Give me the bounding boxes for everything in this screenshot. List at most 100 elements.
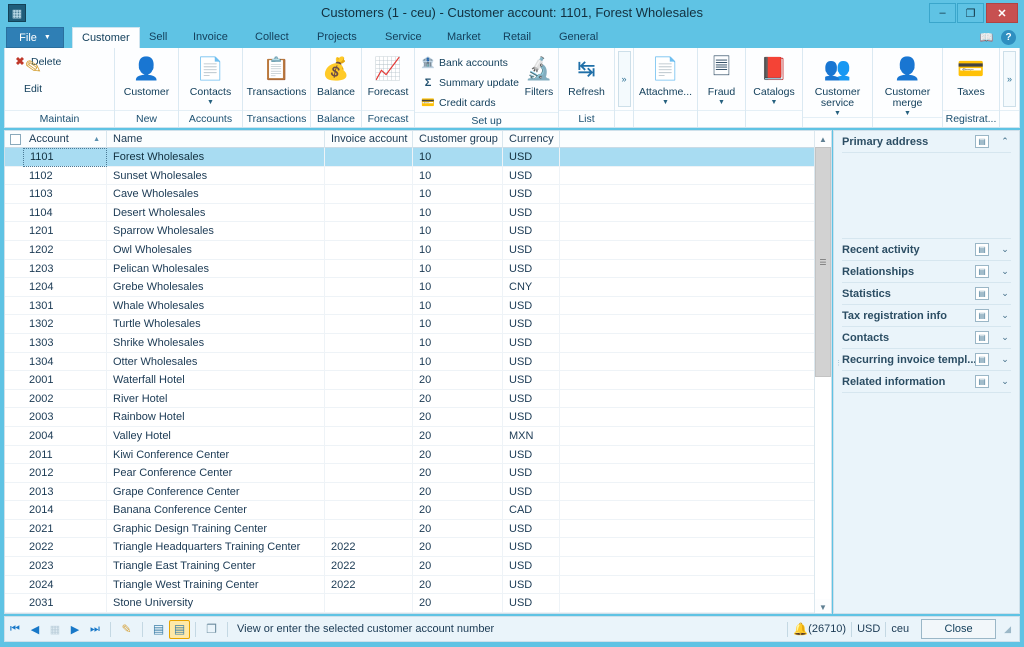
- maximize-button[interactable]: ❐: [957, 3, 984, 23]
- chevron-down-icon[interactable]: ⌄: [999, 310, 1011, 321]
- first-record-button[interactable]: ⏮: [5, 619, 25, 639]
- chevron-down-icon[interactable]: ⌄: [999, 332, 1011, 343]
- cell-currency[interactable]: USD: [503, 408, 560, 427]
- table-row[interactable]: 1104 Desert Wholesales 10 USD: [5, 203, 831, 223]
- chevron-down-icon[interactable]: ⌄: [999, 244, 1011, 255]
- chevron-down-icon[interactable]: ▼: [662, 99, 669, 106]
- attachments-button[interactable]: 📄 Attachme... ▼: [638, 51, 693, 106]
- cell-currency[interactable]: USD: [503, 482, 560, 502]
- fact-box-detail-icon[interactable]: ▤: [975, 243, 989, 256]
- table-row[interactable]: 2002 River Hotel 20 USD: [5, 389, 831, 409]
- pane-splitter-grip[interactable]: ⋮: [835, 360, 842, 391]
- fact-box-detail-icon[interactable]: ▤: [975, 265, 989, 278]
- documentation-icon[interactable]: 📖: [979, 30, 994, 45]
- table-row[interactable]: 1102 Sunset Wholesales 10 USD: [5, 166, 831, 186]
- cell-name[interactable]: Otter Wholesales: [107, 352, 325, 372]
- cell-currency[interactable]: USD: [503, 222, 560, 241]
- transactions-button[interactable]: 📋 Transactions: [247, 51, 307, 98]
- cell-currency[interactable]: USD: [503, 445, 560, 465]
- fact-box-detail-icon[interactable]: ▤: [975, 287, 989, 300]
- cell-currency[interactable]: USD: [503, 166, 560, 186]
- cell-account[interactable]: 2011: [23, 445, 107, 465]
- cell-name[interactable]: Stone University: [107, 594, 325, 613]
- cell-name[interactable]: Graphic Design Training Center: [107, 519, 325, 539]
- cell-customer_group[interactable]: 10: [413, 222, 503, 241]
- table-row[interactable]: 2024 Triangle West Training Center 2022 20 U…: [5, 575, 831, 595]
- cell-customer_group[interactable]: 20: [413, 594, 503, 613]
- cell-customer_group[interactable]: 20: [413, 575, 503, 595]
- cell-invoice_account[interactable]: 2022: [325, 557, 413, 576]
- cell-invoice_account[interactable]: [325, 259, 413, 279]
- chevron-down-icon[interactable]: ⌄: [999, 266, 1011, 277]
- cell-customer_group[interactable]: 20: [413, 464, 503, 483]
- forecast-button[interactable]: 📈 Forecast: [366, 51, 410, 98]
- cell-customer_group[interactable]: 10: [413, 148, 503, 167]
- cell-customer_group[interactable]: 20: [413, 426, 503, 446]
- fact-box-detail-icon[interactable]: ▤: [975, 309, 989, 322]
- filters-button[interactable]: 🔬 Filters: [523, 51, 555, 98]
- file-menu-button[interactable]: File ▼: [6, 27, 64, 48]
- detail-view-icon[interactable]: ▤: [148, 620, 169, 639]
- scroll-up-button[interactable]: ▲: [815, 131, 831, 147]
- cell-name[interactable]: Grape Conference Center: [107, 482, 325, 502]
- tab-customer[interactable]: Customer: [72, 27, 140, 48]
- cell-invoice_account[interactable]: [325, 426, 413, 446]
- fraud-button[interactable]: 🗏 Fraud ▼: [702, 51, 741, 106]
- cell-name[interactable]: Triangle East Training Center: [107, 557, 325, 576]
- table-row[interactable]: 2001 Waterfall Hotel 20 USD: [5, 371, 831, 390]
- cell-customer_group[interactable]: 10: [413, 259, 503, 279]
- cell-account[interactable]: 1102: [23, 166, 107, 186]
- chevron-down-icon[interactable]: ⌄: [999, 354, 1011, 365]
- fact-box-detail-icon[interactable]: ▤: [975, 375, 989, 388]
- cell-name[interactable]: Desert Wholesales: [107, 203, 325, 223]
- refresh-button[interactable]: ↹ Refresh: [563, 51, 610, 98]
- chevron-down-icon[interactable]: ▼: [771, 99, 778, 106]
- cell-invoice_account[interactable]: [325, 296, 413, 316]
- table-row[interactable]: 2004 Valley Hotel 20 MXN: [5, 426, 831, 446]
- cell-invoice_account[interactable]: [325, 445, 413, 465]
- cell-name[interactable]: Sunset Wholesales: [107, 166, 325, 186]
- column-header-customer_group[interactable]: Customer group: [413, 131, 503, 148]
- next-record-button[interactable]: ▶: [65, 619, 85, 639]
- tab-sell[interactable]: Sell: [140, 27, 176, 48]
- fact-box-tax-registration-info[interactable]: Tax registration info ▤ ⌄: [842, 305, 1011, 327]
- cell-customer_group[interactable]: 10: [413, 278, 503, 297]
- table-row[interactable]: 1304 Otter Wholesales 10 USD: [5, 352, 831, 372]
- new-customer-button[interactable]: 👤 Customer: [119, 51, 174, 98]
- column-header-name[interactable]: Name: [107, 131, 325, 148]
- cell-invoice_account[interactable]: [325, 482, 413, 502]
- cell-currency[interactable]: USD: [503, 296, 560, 316]
- table-row[interactable]: 2031 Stone University 20 USD: [5, 594, 831, 613]
- cell-account[interactable]: 1302: [23, 315, 107, 334]
- close-window-button[interactable]: ✕: [986, 3, 1018, 23]
- table-row[interactable]: 1302 Turtle Wholesales 10 USD: [5, 315, 831, 334]
- cell-account[interactable]: 2021: [23, 519, 107, 539]
- cell-account[interactable]: 2012: [23, 464, 107, 483]
- cell-currency[interactable]: USD: [503, 594, 560, 613]
- cell-currency[interactable]: USD: [503, 371, 560, 390]
- cell-account[interactable]: 2031: [23, 594, 107, 613]
- chevron-down-icon[interactable]: ▼: [207, 99, 214, 106]
- fact-box-recurring-invoice-templ[interactable]: Recurring invoice templ... ▤ ⌄: [842, 349, 1011, 371]
- cell-currency[interactable]: USD: [503, 538, 560, 558]
- minimize-button[interactable]: –: [929, 3, 956, 23]
- cell-currency[interactable]: USD: [503, 148, 560, 167]
- table-row[interactable]: 2011 Kiwi Conference Center 20 USD: [5, 445, 831, 465]
- cell-customer_group[interactable]: 10: [413, 296, 503, 316]
- cell-customer_group[interactable]: 20: [413, 389, 503, 409]
- cell-invoice_account[interactable]: [325, 166, 413, 186]
- cell-invoice_account[interactable]: [325, 594, 413, 613]
- table-row[interactable]: 1203 Pelican Wholesales 10 USD: [5, 259, 831, 279]
- table-row[interactable]: 1303 Shrike Wholesales 10 USD: [5, 333, 831, 353]
- fact-box-contacts[interactable]: Contacts ▤ ⌄: [842, 327, 1011, 349]
- cell-account[interactable]: 1201: [23, 222, 107, 241]
- grid-view-icon[interactable]: ▤: [169, 619, 190, 639]
- table-row[interactable]: 2023 Triangle East Training Center 2022 20 U…: [5, 557, 831, 576]
- cell-invoice_account[interactable]: [325, 389, 413, 409]
- summary-update-button[interactable]: Σ Summary update: [421, 73, 519, 92]
- cell-name[interactable]: Turtle Wholesales: [107, 315, 325, 334]
- cell-account[interactable]: 1301: [23, 296, 107, 316]
- cell-customer_group[interactable]: 10: [413, 166, 503, 186]
- cell-account[interactable]: 1202: [23, 240, 107, 260]
- table-row[interactable]: 1204 Grebe Wholesales 10 CNY: [5, 278, 831, 297]
